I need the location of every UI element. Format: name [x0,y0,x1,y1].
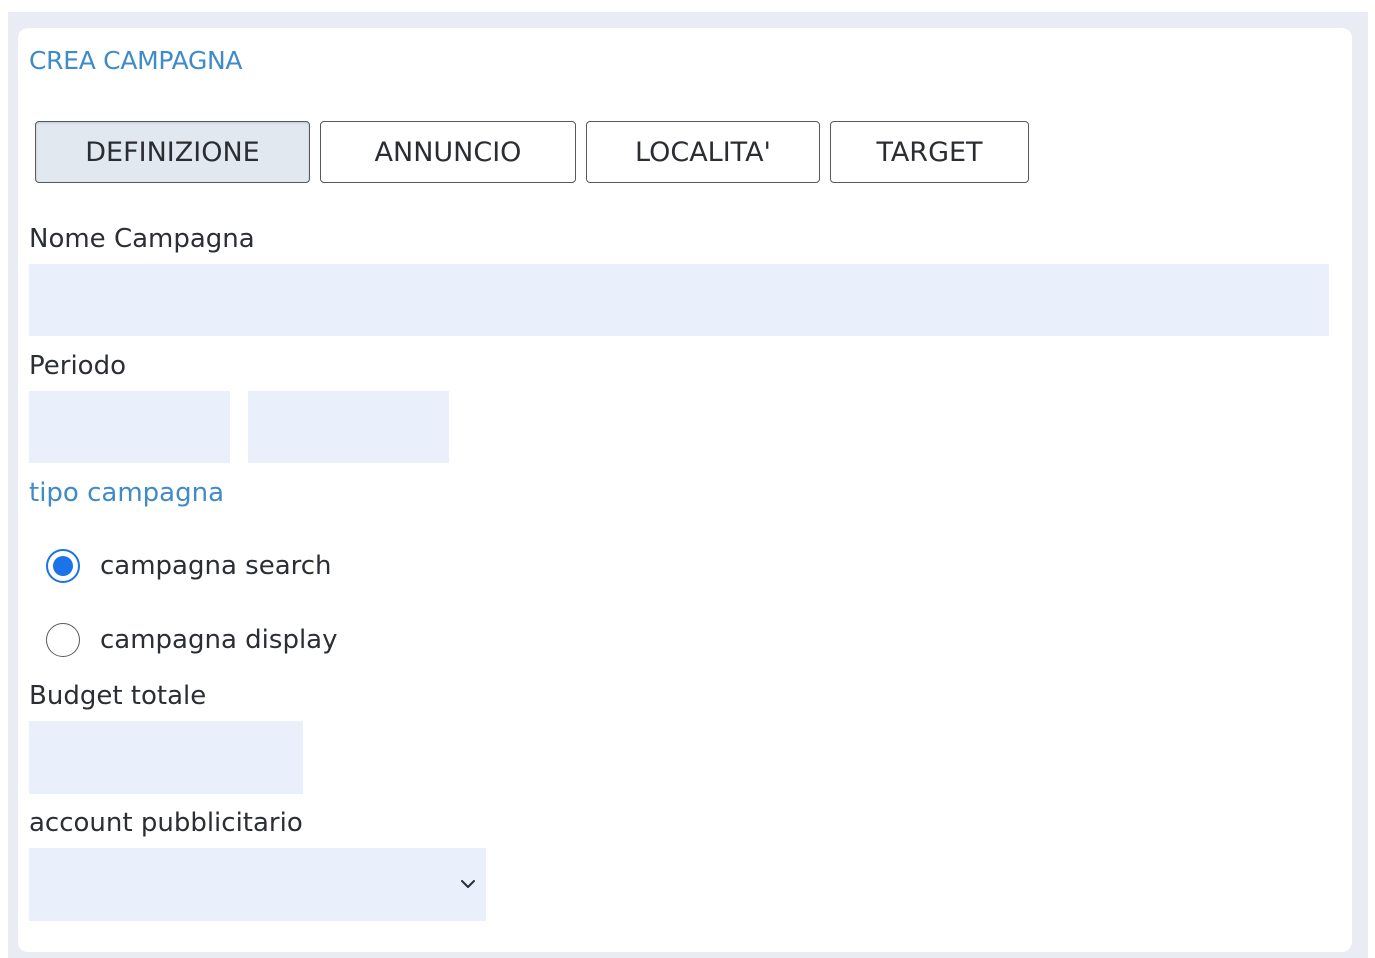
radio-button-checked[interactable] [46,549,80,583]
radio-option-display-label: campagna display [100,625,338,655]
tab-definizione[interactable]: DEFINIZIONE [35,121,310,183]
period-start-input[interactable] [29,391,230,463]
tab-localita[interactable]: LOCALITA' [586,121,820,183]
period-end-input[interactable] [248,391,449,463]
page-title: CREA CAMPAGNA [29,46,243,75]
ad-account-label: account pubblicitario [29,808,303,838]
budget-label: Budget totale [29,681,207,711]
radio-option-search-label: campagna search [100,551,332,581]
campaign-name-input[interactable] [29,264,1329,336]
ad-account-select[interactable] [29,848,486,921]
tab-target[interactable]: TARGET [830,121,1029,183]
radio-button-unchecked[interactable] [46,623,80,657]
tab-annuncio[interactable]: ANNUNCIO [320,121,576,183]
period-label: Periodo [29,351,126,381]
campaign-name-label: Nome Campagna [29,224,255,254]
chevron-down-icon [461,880,475,888]
radio-option-search[interactable]: campagna search [46,546,332,586]
budget-input[interactable] [29,721,303,794]
campaign-type-label: tipo campagna [29,478,224,508]
radio-option-display[interactable]: campagna display [46,620,338,660]
